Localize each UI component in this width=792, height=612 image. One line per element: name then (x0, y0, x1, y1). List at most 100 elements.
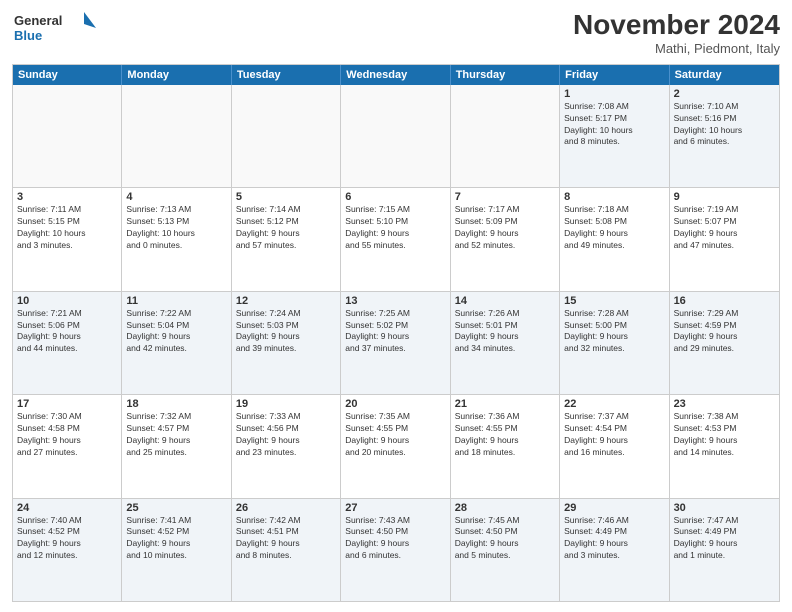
day-header-sunday: Sunday (13, 65, 122, 85)
day-number: 1 (564, 88, 664, 100)
day-info: Sunrise: 7:35 AM Sunset: 4:55 PM Dayligh… (345, 411, 445, 459)
day-number: 15 (564, 295, 664, 307)
day-header-monday: Monday (122, 65, 231, 85)
week-row-1: 3Sunrise: 7:11 AM Sunset: 5:15 PM Daylig… (13, 188, 779, 291)
month-title: November 2024 (573, 10, 780, 41)
day-number: 29 (564, 502, 664, 514)
day-info: Sunrise: 7:38 AM Sunset: 4:53 PM Dayligh… (674, 411, 775, 459)
day-info: Sunrise: 7:37 AM Sunset: 4:54 PM Dayligh… (564, 411, 664, 459)
day-cell-empty-0-1 (122, 85, 231, 187)
day-cell-6: 6Sunrise: 7:15 AM Sunset: 5:10 PM Daylig… (341, 188, 450, 290)
day-cell-22: 22Sunrise: 7:37 AM Sunset: 4:54 PM Dayli… (560, 395, 669, 497)
week-row-2: 10Sunrise: 7:21 AM Sunset: 5:06 PM Dayli… (13, 292, 779, 395)
day-cell-7: 7Sunrise: 7:17 AM Sunset: 5:09 PM Daylig… (451, 188, 560, 290)
day-cell-9: 9Sunrise: 7:19 AM Sunset: 5:07 PM Daylig… (670, 188, 779, 290)
day-info: Sunrise: 7:36 AM Sunset: 4:55 PM Dayligh… (455, 411, 555, 459)
day-number: 11 (126, 295, 226, 307)
svg-text:Blue: Blue (14, 28, 42, 43)
day-cell-17: 17Sunrise: 7:30 AM Sunset: 4:58 PM Dayli… (13, 395, 122, 497)
day-info: Sunrise: 7:40 AM Sunset: 4:52 PM Dayligh… (17, 515, 117, 563)
day-cell-5: 5Sunrise: 7:14 AM Sunset: 5:12 PM Daylig… (232, 188, 341, 290)
day-cell-13: 13Sunrise: 7:25 AM Sunset: 5:02 PM Dayli… (341, 292, 450, 394)
day-number: 20 (345, 398, 445, 410)
day-number: 27 (345, 502, 445, 514)
day-cell-18: 18Sunrise: 7:32 AM Sunset: 4:57 PM Dayli… (122, 395, 231, 497)
day-number: 10 (17, 295, 117, 307)
day-info: Sunrise: 7:42 AM Sunset: 4:51 PM Dayligh… (236, 515, 336, 563)
day-number: 6 (345, 191, 445, 203)
day-cell-27: 27Sunrise: 7:43 AM Sunset: 4:50 PM Dayli… (341, 499, 450, 601)
day-info: Sunrise: 7:47 AM Sunset: 4:49 PM Dayligh… (674, 515, 775, 563)
title-area: November 2024 Mathi, Piedmont, Italy (573, 10, 780, 56)
day-info: Sunrise: 7:13 AM Sunset: 5:13 PM Dayligh… (126, 204, 226, 252)
day-header-wednesday: Wednesday (341, 65, 450, 85)
day-info: Sunrise: 7:10 AM Sunset: 5:16 PM Dayligh… (674, 101, 775, 149)
day-cell-3: 3Sunrise: 7:11 AM Sunset: 5:15 PM Daylig… (13, 188, 122, 290)
day-cell-1: 1Sunrise: 7:08 AM Sunset: 5:17 PM Daylig… (560, 85, 669, 187)
day-cell-8: 8Sunrise: 7:18 AM Sunset: 5:08 PM Daylig… (560, 188, 669, 290)
day-number: 22 (564, 398, 664, 410)
day-number: 7 (455, 191, 555, 203)
subtitle: Mathi, Piedmont, Italy (573, 41, 780, 56)
page: General Blue November 2024 Mathi, Piedmo… (0, 0, 792, 612)
day-cell-14: 14Sunrise: 7:26 AM Sunset: 5:01 PM Dayli… (451, 292, 560, 394)
day-info: Sunrise: 7:11 AM Sunset: 5:15 PM Dayligh… (17, 204, 117, 252)
day-info: Sunrise: 7:32 AM Sunset: 4:57 PM Dayligh… (126, 411, 226, 459)
day-info: Sunrise: 7:17 AM Sunset: 5:09 PM Dayligh… (455, 204, 555, 252)
day-number: 12 (236, 295, 336, 307)
week-row-3: 17Sunrise: 7:30 AM Sunset: 4:58 PM Dayli… (13, 395, 779, 498)
day-info: Sunrise: 7:24 AM Sunset: 5:03 PM Dayligh… (236, 308, 336, 356)
week-row-0: 1Sunrise: 7:08 AM Sunset: 5:17 PM Daylig… (13, 85, 779, 188)
day-info: Sunrise: 7:45 AM Sunset: 4:50 PM Dayligh… (455, 515, 555, 563)
day-info: Sunrise: 7:33 AM Sunset: 4:56 PM Dayligh… (236, 411, 336, 459)
weeks-container: 1Sunrise: 7:08 AM Sunset: 5:17 PM Daylig… (13, 85, 779, 601)
day-cell-24: 24Sunrise: 7:40 AM Sunset: 4:52 PM Dayli… (13, 499, 122, 601)
day-cell-11: 11Sunrise: 7:22 AM Sunset: 5:04 PM Dayli… (122, 292, 231, 394)
day-cell-10: 10Sunrise: 7:21 AM Sunset: 5:06 PM Dayli… (13, 292, 122, 394)
day-info: Sunrise: 7:26 AM Sunset: 5:01 PM Dayligh… (455, 308, 555, 356)
day-cell-16: 16Sunrise: 7:29 AM Sunset: 4:59 PM Dayli… (670, 292, 779, 394)
day-info: Sunrise: 7:22 AM Sunset: 5:04 PM Dayligh… (126, 308, 226, 356)
day-number: 13 (345, 295, 445, 307)
day-number: 17 (17, 398, 117, 410)
day-number: 30 (674, 502, 775, 514)
day-header-saturday: Saturday (670, 65, 779, 85)
day-cell-29: 29Sunrise: 7:46 AM Sunset: 4:49 PM Dayli… (560, 499, 669, 601)
day-number: 26 (236, 502, 336, 514)
day-header-thursday: Thursday (451, 65, 560, 85)
day-cell-15: 15Sunrise: 7:28 AM Sunset: 5:00 PM Dayli… (560, 292, 669, 394)
day-info: Sunrise: 7:25 AM Sunset: 5:02 PM Dayligh… (345, 308, 445, 356)
day-number: 9 (674, 191, 775, 203)
day-info: Sunrise: 7:41 AM Sunset: 4:52 PM Dayligh… (126, 515, 226, 563)
day-cell-2: 2Sunrise: 7:10 AM Sunset: 5:16 PM Daylig… (670, 85, 779, 187)
day-cell-empty-0-3 (341, 85, 450, 187)
logo: General Blue (12, 10, 102, 46)
day-number: 25 (126, 502, 226, 514)
day-cell-28: 28Sunrise: 7:45 AM Sunset: 4:50 PM Dayli… (451, 499, 560, 601)
day-cell-4: 4Sunrise: 7:13 AM Sunset: 5:13 PM Daylig… (122, 188, 231, 290)
day-cell-23: 23Sunrise: 7:38 AM Sunset: 4:53 PM Dayli… (670, 395, 779, 497)
day-info: Sunrise: 7:14 AM Sunset: 5:12 PM Dayligh… (236, 204, 336, 252)
day-cell-empty-0-2 (232, 85, 341, 187)
day-number: 4 (126, 191, 226, 203)
day-cell-empty-0-0 (13, 85, 122, 187)
day-number: 21 (455, 398, 555, 410)
day-number: 19 (236, 398, 336, 410)
day-header-tuesday: Tuesday (232, 65, 341, 85)
day-cell-20: 20Sunrise: 7:35 AM Sunset: 4:55 PM Dayli… (341, 395, 450, 497)
day-cell-21: 21Sunrise: 7:36 AM Sunset: 4:55 PM Dayli… (451, 395, 560, 497)
day-info: Sunrise: 7:28 AM Sunset: 5:00 PM Dayligh… (564, 308, 664, 356)
day-number: 28 (455, 502, 555, 514)
day-headers: SundayMondayTuesdayWednesdayThursdayFrid… (13, 65, 779, 85)
svg-text:General: General (14, 13, 62, 28)
day-info: Sunrise: 7:43 AM Sunset: 4:50 PM Dayligh… (345, 515, 445, 563)
day-number: 18 (126, 398, 226, 410)
day-info: Sunrise: 7:46 AM Sunset: 4:49 PM Dayligh… (564, 515, 664, 563)
day-number: 23 (674, 398, 775, 410)
day-info: Sunrise: 7:08 AM Sunset: 5:17 PM Dayligh… (564, 101, 664, 149)
logo-svg: General Blue (12, 10, 102, 46)
day-info: Sunrise: 7:29 AM Sunset: 4:59 PM Dayligh… (674, 308, 775, 356)
day-number: 3 (17, 191, 117, 203)
day-info: Sunrise: 7:18 AM Sunset: 5:08 PM Dayligh… (564, 204, 664, 252)
header: General Blue November 2024 Mathi, Piedmo… (12, 10, 780, 56)
